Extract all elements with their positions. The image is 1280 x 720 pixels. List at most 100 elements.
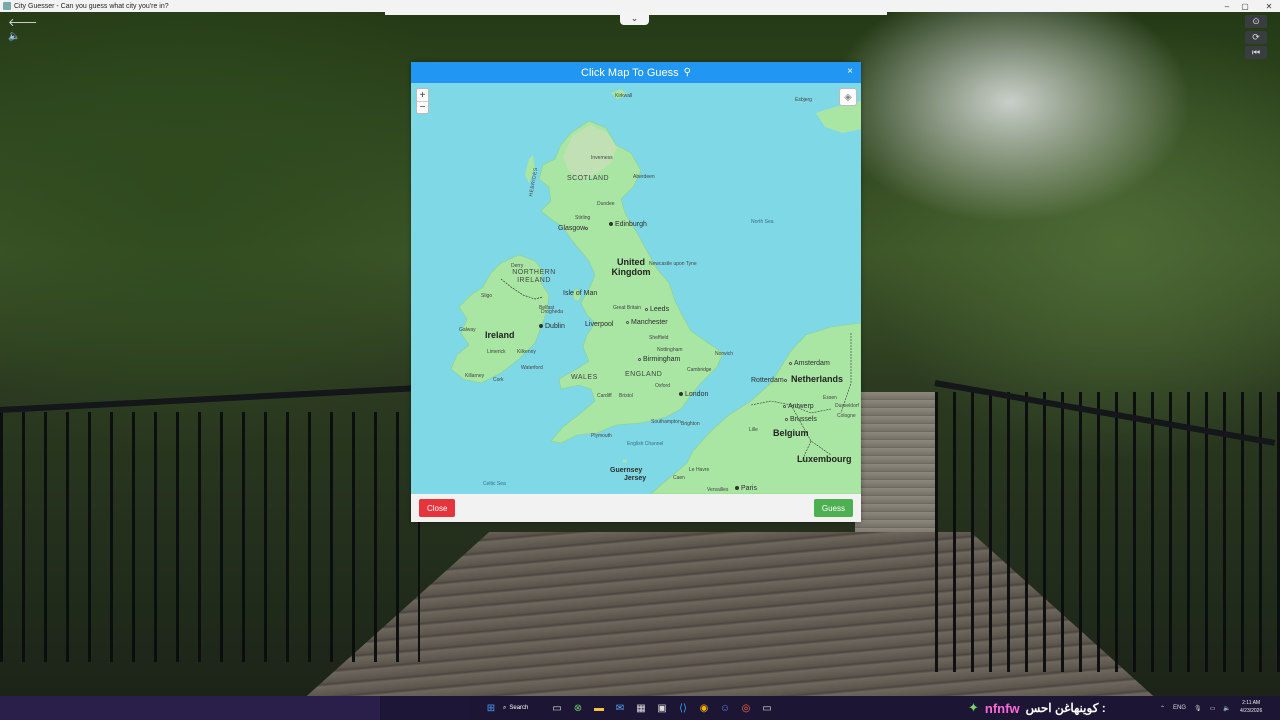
label-southampton: Southampton	[651, 419, 681, 425]
label-celtic-sea: Celtic Sea	[483, 481, 506, 487]
news-widget[interactable]: ✦ nfnfw کوینهاغن احس :	[968, 700, 1106, 716]
label-kirkwall: Kirkwall	[615, 93, 633, 99]
window-titlebar: City Guesser - Can you guess what city y…	[0, 0, 1280, 12]
label-dusseldorf: Dusseldorf	[835, 403, 859, 409]
label-rotterdam: Rotterdam	[751, 377, 789, 384]
window-title: City Guesser - Can you guess what city y…	[14, 2, 169, 10]
news-text-1: nfnfw	[984, 700, 1020, 716]
minimize-button[interactable]: –	[1218, 0, 1236, 12]
label-nottingham: Nottingham	[657, 347, 683, 353]
store-icon[interactable]: ▣	[653, 699, 671, 717]
taskbar: ⊞ ⌕ Search ▭ ⊗ ▬ ✉ ▦ ▣ ⟨⟩ ◉ ☺ ◎ ▭ ✦ nfnf…	[0, 696, 1280, 720]
label-brussels: Brussels	[785, 416, 817, 423]
discord-icon[interactable]: ☺	[716, 699, 734, 717]
label-birmingham: Birmingham	[638, 356, 680, 363]
label-sligo: Sligo	[481, 293, 493, 299]
panel-toggle-button[interactable]: ⌄	[620, 12, 649, 25]
label-waterford: Waterford	[521, 365, 543, 371]
zoom-in-button[interactable]: +	[417, 89, 428, 101]
mail-icon[interactable]: ✉	[611, 699, 629, 717]
map-pin-icon: ⚲	[683, 67, 691, 78]
app-active-icon[interactable]: ◎	[737, 699, 755, 717]
label-guernsey: Guernsey	[610, 467, 643, 474]
label-norwich: Norwich	[715, 351, 734, 357]
language-indicator[interactable]: ENG	[1173, 705, 1186, 711]
layers-icon[interactable]: ◈	[839, 88, 857, 106]
label-england: ENGLAND	[625, 371, 663, 378]
label-inverness: Inverness	[591, 155, 613, 161]
close-button[interactable]: Close	[419, 499, 456, 517]
label-wales: WALES	[571, 374, 598, 381]
clock-time: 2:11 AM	[1242, 700, 1261, 706]
label-amsterdam: Amsterdam	[789, 360, 830, 367]
label-dundee: Dundee	[597, 201, 615, 207]
label-belgium: Belgium	[773, 428, 809, 438]
window-close-button[interactable]: ✕	[1260, 0, 1278, 12]
label-netherlands: Netherlands	[791, 374, 844, 384]
label-ireland: Ireland	[485, 330, 515, 340]
label-kilkenny: Kilkenny	[517, 349, 536, 355]
label-cardiff: Cardiff	[597, 393, 612, 399]
label-brighton: Brighton	[681, 421, 700, 427]
guess-map[interactable]: + − ◈ SCOTLAND NORTHERN IRELAND WALES EN…	[411, 83, 861, 494]
label-united-kingdom: United Kingdom	[611, 257, 651, 277]
label-oxford: Oxford	[655, 383, 671, 389]
star-icon: ✦	[968, 700, 979, 715]
back-arrow-icon[interactable]: 🡐	[8, 15, 38, 29]
label-essen: Essen	[823, 395, 837, 401]
label-manchester: Manchester	[626, 319, 668, 326]
speaker-icon[interactable]: 🔈	[1223, 705, 1230, 712]
search-label: Search	[509, 705, 529, 711]
guess-button[interactable]: Guess	[813, 499, 853, 517]
label-english-channel: English Channel	[627, 441, 664, 447]
chrome-icon[interactable]: ◉	[695, 699, 713, 717]
bridge-deck-far	[855, 392, 935, 532]
volume-icon[interactable]: 🔈	[8, 31, 20, 42]
label-edinburgh: Edinburgh	[609, 221, 647, 228]
label-caen: Caen	[673, 475, 685, 481]
label-jersey: Jersey	[624, 475, 647, 482]
refresh-button[interactable]: ⟳	[1245, 31, 1267, 44]
label-drogheda: Drogheda	[541, 309, 563, 315]
vscode-icon[interactable]: ⟨⟩	[674, 699, 692, 717]
guernsey-island	[623, 459, 627, 463]
calculator-icon[interactable]: ▦	[632, 699, 650, 717]
label-dublin: Dublin	[539, 323, 565, 330]
label-stirling: Stirling	[575, 215, 591, 221]
network-icon[interactable]: ▭	[1210, 705, 1216, 712]
taskbar-widget-area	[380, 696, 470, 720]
file-explorer-icon[interactable]: ▬	[590, 699, 608, 717]
compass-button[interactable]: ⊙	[1245, 15, 1267, 28]
label-killarney: Killarney	[465, 373, 485, 379]
xbox-icon[interactable]: ⊗	[569, 699, 587, 717]
label-newcastle: Newcastle upon Tyne	[649, 261, 697, 267]
label-galway: Galway	[459, 327, 476, 333]
taskbar-search[interactable]: ⌕ Search	[503, 699, 545, 717]
label-lille: Lille	[749, 427, 758, 433]
modal-header: Click Map To Guess ⚲ ×	[411, 62, 861, 83]
mic-icon[interactable]: 🎙	[1194, 705, 1202, 712]
clock[interactable]: 2:11 AM 4/23/2026	[1240, 699, 1262, 715]
taskbar-pinned-apps: ⊞ ⌕ Search ▭ ⊗ ▬ ✉ ▦ ▣ ⟨⟩ ◉ ☺ ◎ ▭	[482, 696, 776, 720]
label-paris: Paris	[735, 485, 757, 492]
app-icon	[3, 2, 11, 10]
label-great-britain: Great Britain	[613, 305, 642, 311]
system-tray: ⌃ ENG 🎙 ▭ 🔈	[1160, 696, 1231, 720]
return-to-start-button[interactable]: ⏮	[1245, 46, 1267, 59]
terminal-icon[interactable]: ▭	[758, 699, 776, 717]
label-esbjerg: Esbjerg	[795, 97, 812, 103]
label-leeds: Leeds	[645, 306, 669, 313]
task-view-icon[interactable]: ▭	[548, 699, 566, 717]
modal-footer: Close Guess	[411, 494, 861, 522]
modal-close-x-button[interactable]: ×	[847, 66, 853, 77]
label-liverpool: Liverpool	[585, 321, 614, 328]
label-london: London	[679, 391, 708, 398]
zoom-control: + −	[416, 88, 429, 114]
maximize-button[interactable]: ▢	[1236, 0, 1254, 12]
handrail-left	[0, 385, 420, 413]
taskbar-left-area	[0, 696, 380, 720]
tray-chevron-icon[interactable]: ⌃	[1160, 705, 1165, 712]
label-glasgow: Glasgow	[558, 225, 590, 232]
zoom-out-button[interactable]: −	[417, 101, 428, 113]
start-icon[interactable]: ⊞	[482, 699, 500, 717]
